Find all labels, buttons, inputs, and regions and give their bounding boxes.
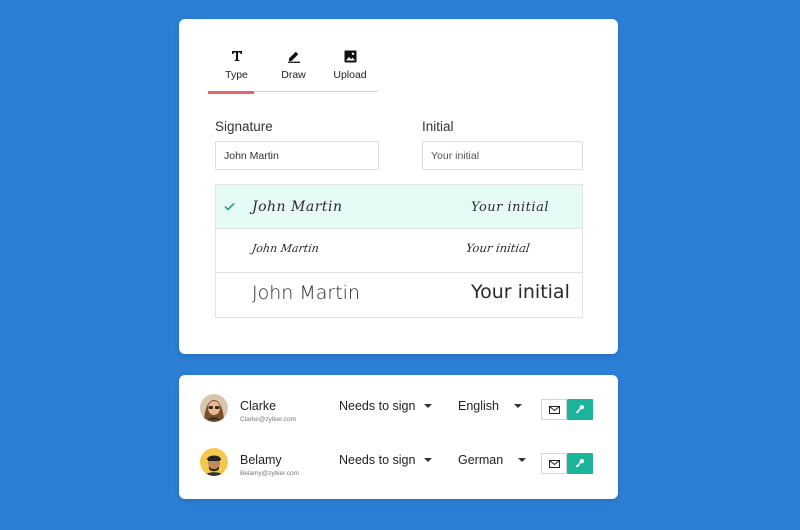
signer-email: Belamy@zylker.com (240, 470, 299, 477)
language-value: English (458, 399, 499, 413)
chevron-down-icon (424, 458, 433, 462)
signature-preview: John Martin (251, 242, 320, 255)
initial-preview: Your initial (471, 281, 570, 303)
tab-type[interactable]: Type (208, 44, 265, 94)
role-value: Needs to sign (339, 399, 416, 413)
signer-row: Belamy Belamy@zylker.com Needs to sign G… (179, 443, 618, 483)
initial-input[interactable] (422, 141, 583, 170)
initial-label: Initial (422, 119, 454, 134)
language-value: German (458, 453, 504, 467)
initial-preview: Your initial (465, 241, 531, 255)
signature-card: Type Draw Upload Signature Initial John … (179, 19, 618, 354)
signature-preview: John Martin (252, 199, 343, 215)
tab-type-label: Type (225, 69, 248, 81)
tab-draw[interactable]: Draw (265, 44, 322, 92)
access-key-button[interactable] (567, 453, 593, 474)
language-dropdown[interactable]: English (458, 399, 522, 413)
access-key-button[interactable] (567, 399, 593, 420)
chevron-down-icon (424, 404, 433, 408)
signature-style-option[interactable]: John Martin Your initial (216, 229, 582, 273)
tab-draw-label: Draw (281, 69, 306, 81)
signature-tabs: Type Draw Upload (208, 44, 378, 94)
key-icon (575, 401, 585, 419)
image-icon (344, 47, 357, 65)
chevron-down-icon (514, 404, 522, 408)
role-dropdown[interactable]: Needs to sign (339, 399, 433, 413)
email-button[interactable] (541, 453, 567, 474)
email-button[interactable] (541, 399, 567, 420)
mail-icon (548, 455, 560, 473)
avatar (200, 448, 228, 476)
role-dropdown[interactable]: Needs to sign (339, 453, 433, 467)
signer-name: Belamy (240, 453, 282, 467)
signers-card: Clarke Clarke@zylker.com Needs to sign E… (179, 375, 618, 499)
chevron-down-icon (518, 458, 527, 462)
pen-icon (287, 47, 301, 65)
key-icon (575, 455, 585, 473)
avatar (200, 394, 228, 422)
type-icon (231, 47, 243, 65)
check-icon (224, 199, 235, 214)
signature-input[interactable] (215, 141, 379, 170)
signature-style-list: John Martin Your initial John Martin You… (215, 184, 583, 318)
signature-style-option[interactable]: John Martin Your initial (216, 273, 582, 317)
signature-preview: John Martin (252, 282, 360, 304)
mail-icon (548, 401, 560, 419)
role-value: Needs to sign (339, 453, 416, 467)
initial-preview: Your initial (471, 200, 549, 215)
signer-email: Clarke@zylker.com (240, 416, 297, 423)
signer-row: Clarke Clarke@zylker.com Needs to sign E… (179, 389, 618, 429)
signature-style-option[interactable]: John Martin Your initial (216, 185, 582, 229)
tab-upload[interactable]: Upload (322, 44, 378, 92)
language-dropdown[interactable]: German (458, 453, 527, 467)
signer-name: Clarke (240, 399, 277, 413)
signature-label: Signature (215, 119, 273, 134)
tab-upload-label: Upload (333, 69, 367, 81)
